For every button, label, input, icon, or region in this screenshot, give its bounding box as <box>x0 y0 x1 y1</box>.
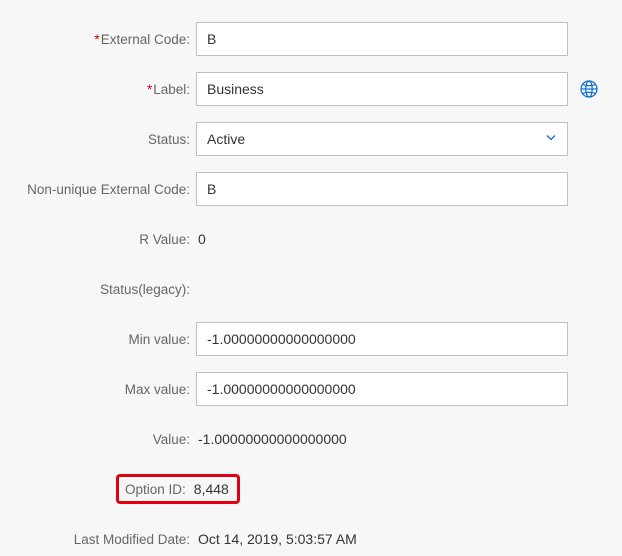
input-col <box>196 72 568 106</box>
row-value: Value: -1.00000000000000000 <box>0 422 622 456</box>
label-input[interactable] <box>196 72 568 106</box>
input-col <box>196 322 568 356</box>
r-value-text: 0 <box>196 231 206 247</box>
label-external-code: *External Code: <box>0 32 196 47</box>
row-status-legacy: Status(legacy): <box>0 272 622 306</box>
row-max-value: Max value: <box>0 372 622 406</box>
label-option-id: Option ID: <box>125 482 186 497</box>
input-col: -1.00000000000000000 <box>196 431 347 447</box>
row-external-code: *External Code: <box>0 22 622 56</box>
input-col <box>196 281 198 297</box>
input-col <box>196 172 568 206</box>
required-asterisk: * <box>94 32 99 47</box>
row-option-id: Option ID: 8,448 <box>122 472 622 506</box>
globe-translate-button[interactable] <box>580 80 598 98</box>
status-legacy-text <box>196 281 198 297</box>
min-value-input[interactable] <box>196 322 568 356</box>
option-id-text: 8,448 <box>192 481 229 497</box>
input-col: Active <box>196 122 568 156</box>
label-max-value: Max value: <box>0 382 196 397</box>
label-status: Status: <box>0 132 196 147</box>
max-value-input[interactable] <box>196 372 568 406</box>
option-id-highlight: Option ID: 8,448 <box>116 474 240 504</box>
non-unique-external-code-input[interactable] <box>196 172 568 206</box>
input-col <box>196 22 568 56</box>
row-label: *Label: <box>0 72 622 106</box>
status-select[interactable]: Active <box>196 122 568 156</box>
label-status-legacy: Status(legacy): <box>0 282 196 297</box>
required-asterisk: * <box>147 82 152 97</box>
row-non-unique-external-code: Non-unique External Code: <box>0 172 622 206</box>
status-selected-value: Active <box>207 131 245 147</box>
row-min-value: Min value: <box>0 322 622 356</box>
status-select-wrap: Active <box>196 122 568 156</box>
label-min-value: Min value: <box>0 332 196 347</box>
external-code-input[interactable] <box>196 22 568 56</box>
label-value: Value: <box>0 432 196 447</box>
row-status: Status: Active <box>0 122 622 156</box>
label-non-unique-external-code: Non-unique External Code: <box>0 182 196 197</box>
label-r-value: R Value: <box>0 232 196 247</box>
row-r-value: R Value: 0 <box>0 222 622 256</box>
input-col: Oct 14, 2019, 5:03:57 AM <box>196 531 357 547</box>
label-label: *Label: <box>0 82 196 97</box>
row-last-modified-date: Last Modified Date: Oct 14, 2019, 5:03:5… <box>0 522 622 556</box>
globe-icon <box>580 80 598 98</box>
value-text: -1.00000000000000000 <box>196 431 347 447</box>
label-last-modified-date: Last Modified Date: <box>0 532 196 547</box>
last-modified-date-text: Oct 14, 2019, 5:03:57 AM <box>196 531 357 547</box>
input-col <box>196 372 568 406</box>
input-col: 0 <box>196 231 206 247</box>
form-container: *External Code: *Label: Status: <box>0 0 622 556</box>
